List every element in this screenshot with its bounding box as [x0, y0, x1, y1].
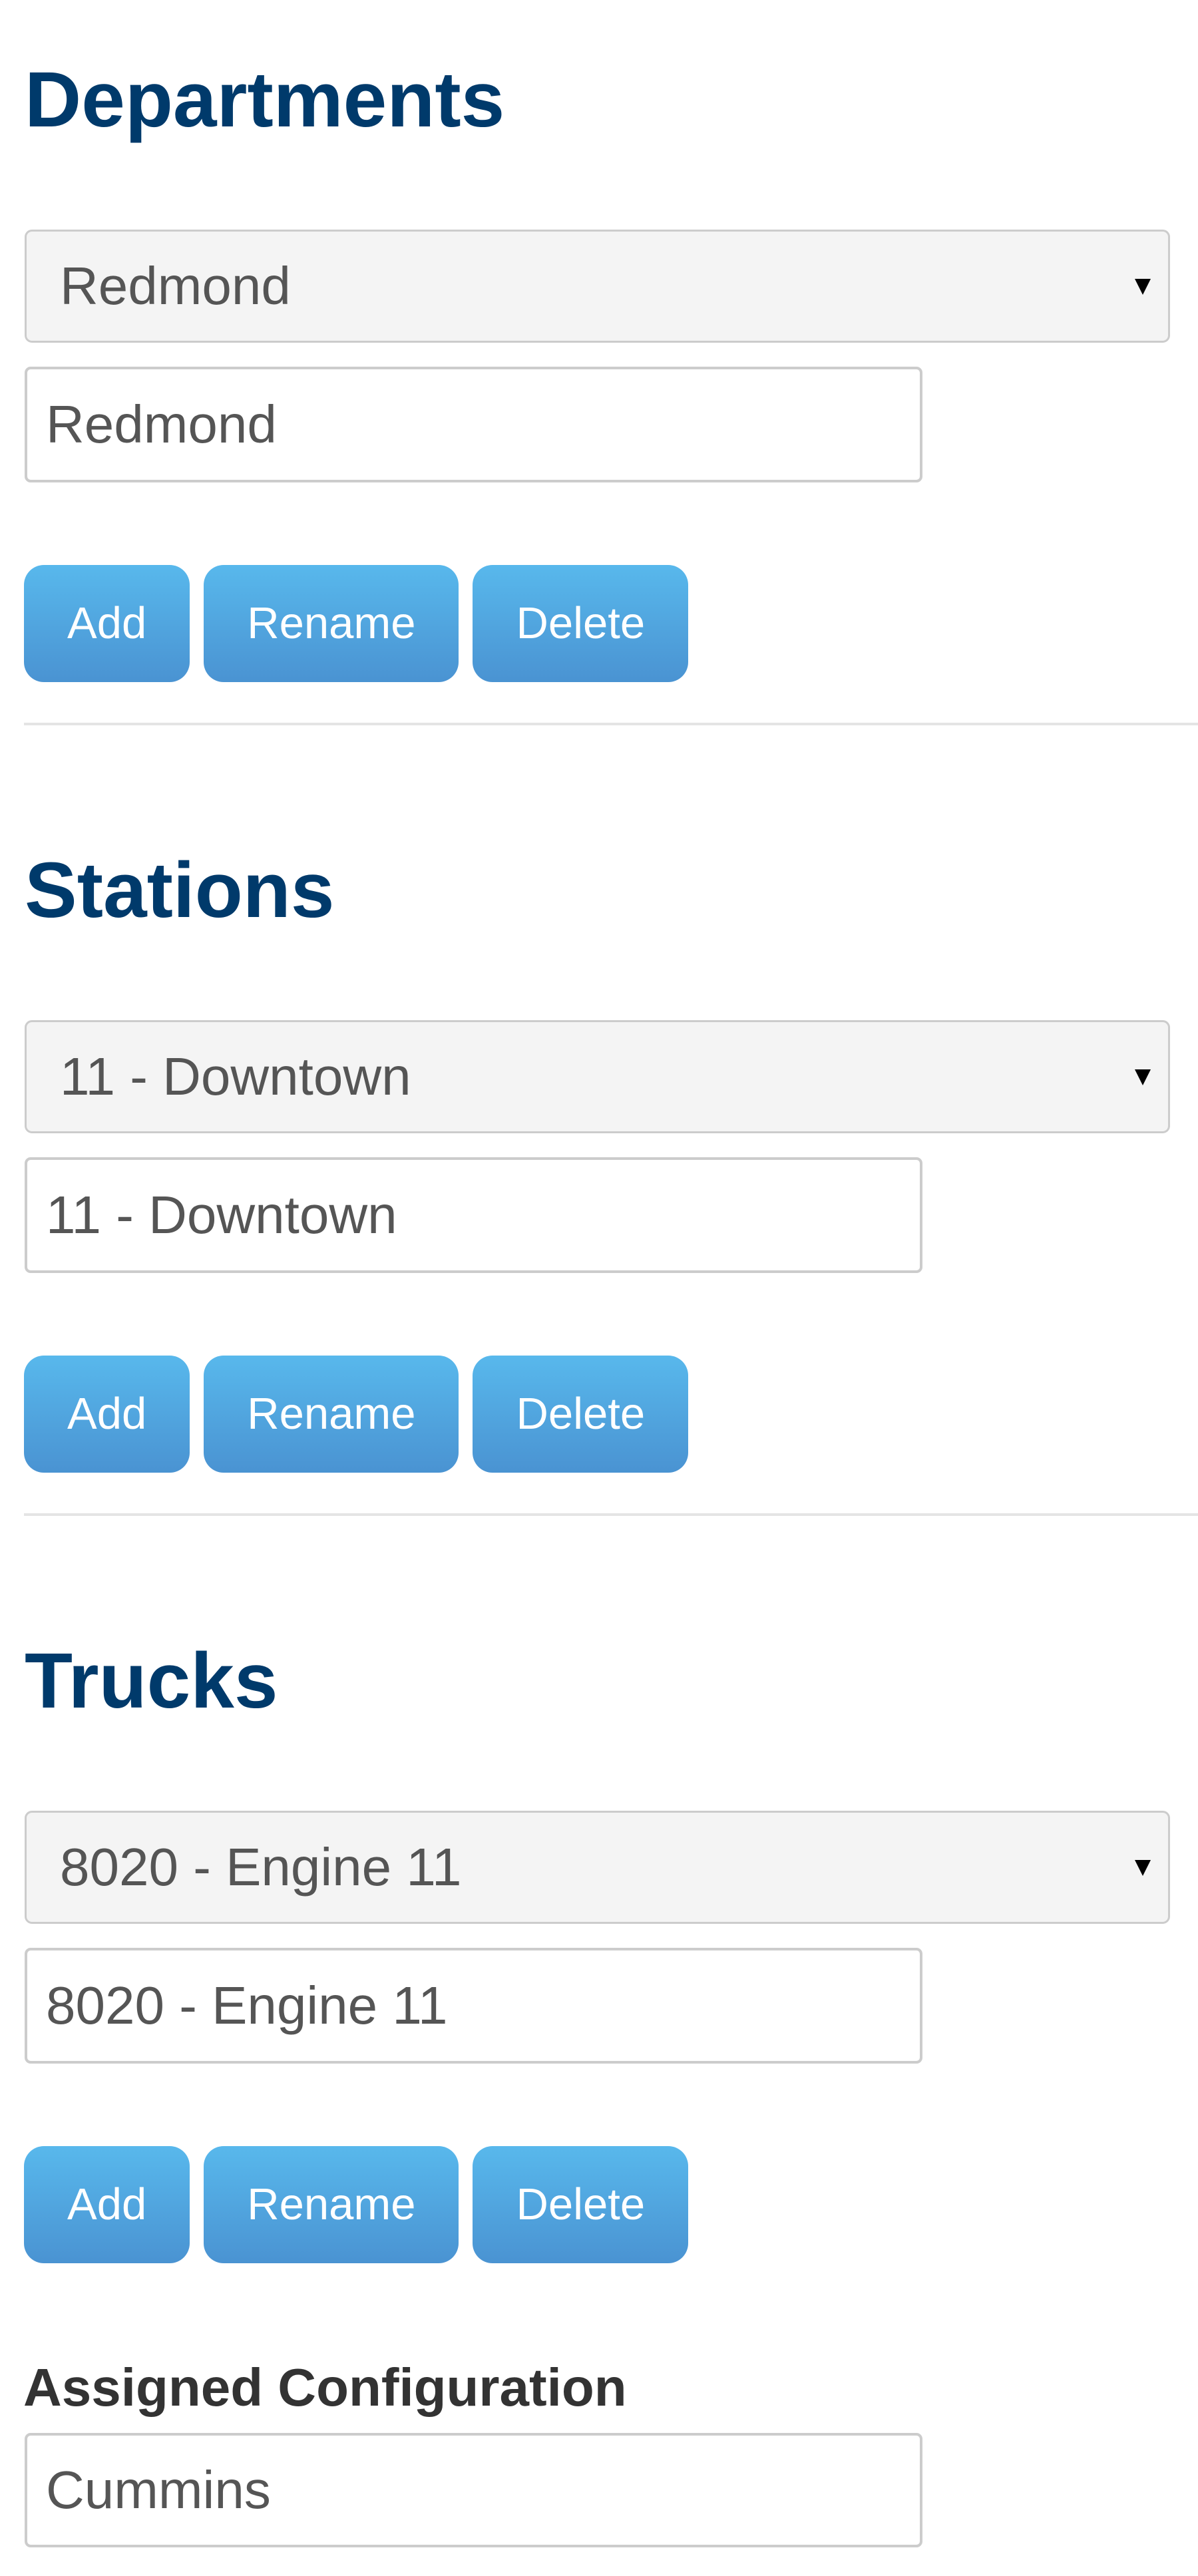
trucks-select[interactable]: 8020 - Engine 11 [25, 1811, 1170, 1924]
section-divider [24, 1513, 1198, 1516]
departments-name-input[interactable] [25, 367, 922, 482]
stations-select[interactable]: 11 - Downtown [25, 1020, 1170, 1133]
trucks-delete-button[interactable]: Delete [473, 2146, 689, 2263]
departments-select[interactable]: Redmond [25, 230, 1170, 343]
departments-select-value: Redmond [60, 256, 291, 315]
stations-button-row: Add Rename Delete [24, 1356, 689, 1473]
trucks-heading: Trucks [25, 1637, 278, 1725]
departments-rename-button[interactable]: Rename [204, 565, 459, 682]
departments-button-row: Add Rename Delete [24, 565, 689, 682]
assigned-configuration-input[interactable] [25, 2433, 922, 2547]
stations-select-value: 11 - Downtown [60, 1047, 411, 1106]
departments-add-button[interactable]: Add [24, 565, 190, 682]
chevron-down-icon [1135, 1860, 1151, 1876]
departments-delete-button[interactable]: Delete [473, 565, 689, 682]
chevron-down-icon [1135, 279, 1151, 295]
stations-name-input[interactable] [25, 1157, 922, 1273]
stations-add-button[interactable]: Add [24, 1356, 190, 1473]
trucks-section: Trucks 8020 - Engine 11 Add Rename Delet… [0, 1581, 1198, 2372]
stations-rename-button[interactable]: Rename [204, 1356, 459, 1473]
departments-heading: Departments [25, 56, 505, 144]
stations-delete-button[interactable]: Delete [473, 1356, 689, 1473]
trucks-add-button[interactable]: Add [24, 2146, 190, 2263]
trucks-button-row: Add Rename Delete [24, 2146, 689, 2263]
section-divider [24, 723, 1198, 725]
trucks-rename-button[interactable]: Rename [204, 2146, 459, 2263]
stations-heading: Stations [25, 846, 335, 934]
chevron-down-icon [1135, 1069, 1151, 1085]
departments-section: Departments Redmond Add Rename Delete [0, 0, 1198, 791]
assigned-configuration-label: Assigned Configuration [23, 2358, 627, 2417]
stations-section: Stations 11 - Downtown Add Rename Delete [0, 791, 1198, 1581]
trucks-name-input[interactable] [25, 1948, 922, 2064]
trucks-select-value: 8020 - Engine 11 [60, 1837, 462, 1897]
